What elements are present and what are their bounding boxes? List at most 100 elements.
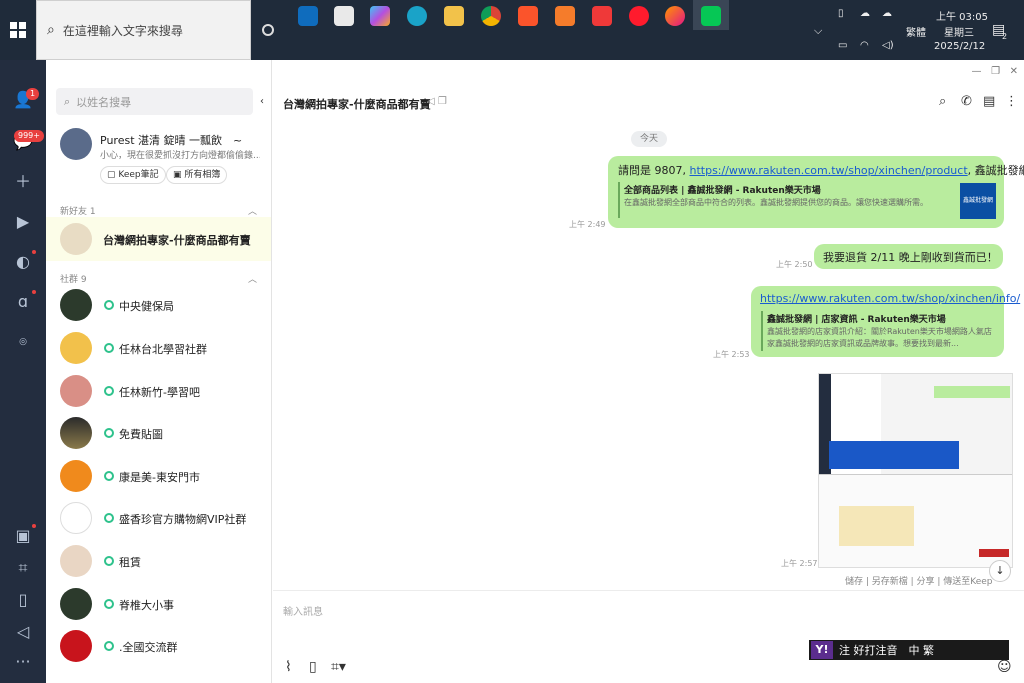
profile-status: 小心，現在很愛抓沒打方向燈都偷偷錄... (100, 151, 260, 161)
keep-icon[interactable]: ▯ (309, 659, 317, 675)
community-name: 任林新竹-學習吧 (119, 386, 200, 399)
windows-icon (10, 22, 26, 38)
all-albums-button[interactable]: ▣ 所有相簿 (166, 166, 228, 184)
file-explorer-icon[interactable] (444, 6, 464, 26)
message-bubble[interactable]: 我要退貨 2/11 晚上剛收到貨而已！ (814, 244, 1003, 269)
keep-icon[interactable]: ▯ (13, 590, 33, 610)
community-icon (104, 428, 114, 438)
wifi-icon[interactable]: ◠ (860, 40, 869, 51)
message-bubble[interactable]: 請問是 9807, https://www.rakuten.com.tw/sho… (608, 156, 1024, 228)
call-icon[interactable]: ✆ (961, 94, 972, 109)
line-icon[interactable] (701, 6, 721, 26)
phone-link-icon[interactable]: ▯ (838, 8, 844, 19)
minimize-icon[interactable]: — (972, 66, 982, 77)
list-item[interactable]: 任林新竹-學習吧 (60, 375, 265, 411)
image-actions[interactable]: 儲存 | 另存新檔 | 分享 | 傳送至Keep (845, 574, 993, 587)
line-apps-icon[interactable]: ◎ (13, 332, 33, 352)
copilot-icon[interactable] (370, 6, 390, 26)
start-button[interactable] (0, 0, 36, 60)
screenshot-icon[interactable]: ⌗▾ (331, 659, 346, 675)
app-icon[interactable] (555, 6, 575, 26)
restore-icon[interactable]: ❐ (991, 66, 1000, 77)
clock-date[interactable]: 2025/2/12 (934, 41, 985, 52)
outlook-icon[interactable] (298, 6, 318, 26)
announce-icon[interactable]: ◁ (13, 622, 33, 642)
openchat-dot (32, 250, 36, 254)
list-item[interactable]: 免費貼圖 (60, 417, 265, 453)
community-icon (104, 343, 114, 353)
message-link[interactable]: https://www.rakuten.com.tw/shop/xinchen/… (760, 292, 1020, 305)
clock-day[interactable]: 星期三 (944, 24, 974, 39)
ai-icon[interactable]: ɑ (13, 292, 33, 312)
chat-title[interactable]: 台灣網拍專家-什麼商品都有賣 (283, 96, 431, 112)
clock-time[interactable]: 上午 03:05 (936, 8, 988, 23)
link-preview-title[interactable]: 全部商品列表 | 鑫誠批發網 - Rakuten樂天市場 (624, 183, 821, 196)
firefox-icon[interactable] (665, 6, 685, 26)
taskbar-search[interactable]: ⌕ 在這裡輸入文字來搜尋 (36, 0, 251, 60)
menu-icon[interactable]: ⋮ (1005, 94, 1018, 109)
list-item[interactable]: 租賃 (60, 545, 265, 581)
avatar (60, 545, 92, 577)
avatar (60, 289, 92, 321)
line-sidebar: 👤 1 💬 999+ ＋ ▶ ◐ ɑ ◎ ▣ ⌗ ▯ ◁ ··· (0, 60, 46, 683)
avatar[interactable] (60, 128, 92, 160)
community-name: 免費貼圖 (119, 428, 163, 441)
message-input-area[interactable]: 輸入訊息 ⌇ ▯ ⌗▾ ☺ (273, 590, 1024, 683)
preview-bar (761, 311, 763, 351)
vivaldi-icon[interactable] (592, 6, 612, 26)
name-search-input[interactable]: ⌕ 以姓名搜尋 (56, 88, 253, 115)
chevron-up-icon[interactable]: ︿ (248, 272, 257, 285)
list-item[interactable]: .全國交流群 (60, 630, 265, 666)
message-bubble[interactable]: https://www.rakuten.com.tw/shop/xinchen/… (751, 286, 1020, 357)
search-icon[interactable]: ⌕ (939, 94, 946, 109)
list-item[interactable]: 中央健保局 (60, 289, 265, 325)
add-friend-icon[interactable]: ＋ (13, 172, 33, 192)
notes-icon[interactable]: ▤ (983, 94, 995, 109)
selected-chat-row[interactable]: 台灣網拍專家-什麼商品都有賣 (46, 217, 271, 261)
message-input-placeholder[interactable]: 輸入訊息 (283, 603, 323, 618)
more-icon[interactable]: ··· (13, 652, 33, 672)
list-item[interactable]: 脊椎大小事 (60, 588, 265, 624)
avatar (60, 417, 92, 449)
search-icon: ⌕ (64, 94, 71, 108)
cloud-off-icon[interactable]: ☁ (860, 8, 870, 19)
thumb-button (979, 549, 1009, 557)
avatar (60, 460, 92, 492)
ime-language[interactable]: 繁體 (906, 24, 926, 39)
ime-toolbar[interactable]: Y! 注 好打注音 中 繁 (809, 640, 1009, 660)
screenshot-icon[interactable]: ⌗ (13, 558, 33, 578)
cortana-icon[interactable] (262, 24, 274, 36)
list-item[interactable]: 盛香珍官方購物網VIP社群 (60, 502, 265, 538)
selected-chat-name: 台灣網拍專家-什麼商品都有賣 (103, 234, 251, 247)
openchat-icon[interactable]: ◐ (13, 252, 33, 272)
chevron-up-icon[interactable]: ︿ (248, 204, 257, 217)
chevron-up-icon[interactable]: ⌵ (814, 24, 822, 38)
collapse-panel-icon[interactable]: ‹ (260, 96, 264, 107)
brave-icon[interactable] (518, 6, 538, 26)
attach-icon[interactable]: ⌇ (285, 659, 292, 675)
community-icon (104, 300, 114, 310)
onedrive-icon[interactable]: ☁ (882, 8, 892, 19)
video-dot (32, 524, 36, 528)
new-friends-label: 新好友 1 (60, 207, 96, 217)
emoji-icon[interactable]: ☺ (997, 659, 1012, 675)
opera-icon[interactable] (629, 6, 649, 26)
close-icon[interactable]: ✕ (1010, 66, 1018, 77)
edge-icon[interactable] (407, 6, 427, 26)
list-item[interactable]: 任林台北學習社群 (60, 332, 265, 368)
video-call-icon[interactable]: ▣ (13, 526, 33, 546)
volume-icon[interactable]: ◁) (882, 40, 894, 51)
list-item[interactable]: 康是美-東安門市 (60, 460, 265, 496)
link-preview-title[interactable]: 鑫誠批發網 | 店家資訊 - Rakuten樂天市場 (767, 312, 946, 325)
community-name: 租賃 (119, 556, 141, 569)
keep-notes-button[interactable]: ▢ Keep筆記 (100, 166, 166, 184)
message-text-b: , 鑫誠批發網 (967, 164, 1024, 177)
message-link[interactable]: https://www.rakuten.com.tw/shop/xinchen/… (689, 164, 967, 177)
voom-icon[interactable]: ▶ (13, 212, 33, 232)
window-controls: — ❐ ✕ (972, 66, 1018, 77)
battery-icon[interactable]: ▭ (838, 40, 847, 51)
image-message[interactable] (818, 373, 1013, 568)
search-icon: ⌕ (47, 22, 55, 38)
chrome-icon[interactable] (481, 6, 501, 26)
store-icon[interactable] (334, 6, 354, 26)
